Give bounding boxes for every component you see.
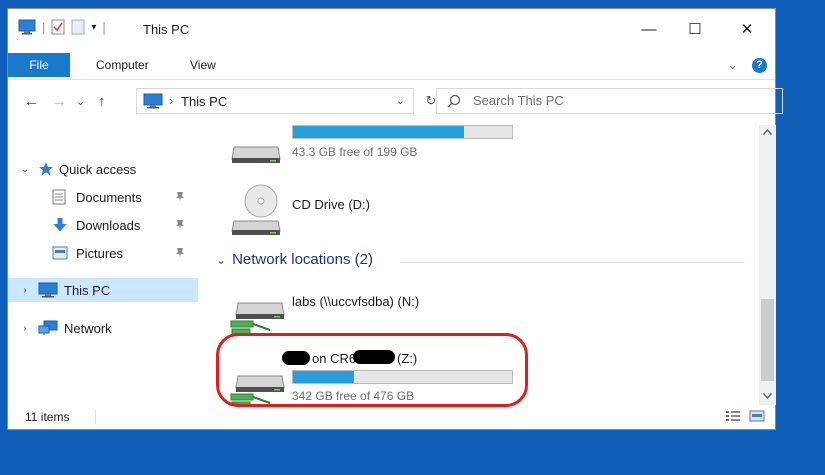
nav-documents[interactable]: Documents [8,185,198,209]
downloads-icon [53,218,67,232]
nav-label-this-pc: This PC [64,282,111,298]
tab-view[interactable]: View [190,58,216,72]
tab-computer[interactable]: Computer [96,58,149,72]
pin-icon[interactable] [174,219,186,231]
status-divider [95,410,96,424]
address-bar[interactable]: › This PC ⌄ [136,88,414,114]
address-dropdown-icon[interactable]: ⌄ [396,94,405,107]
ribbon: File Computer View ⌄ ? [8,49,775,80]
cd-drive-icon [231,184,281,235]
search-icon [447,94,461,108]
breadcrumb-separator[interactable]: › [169,93,173,108]
maximize-button[interactable]: ☐ [672,9,718,49]
network-drive-n-name: labs (\\uccvfsdba) (N:) [292,294,420,309]
ribbon-controls: ⌄ ? [727,57,767,73]
documents-icon [52,189,66,205]
annotation-circle [216,333,528,407]
local-drive-free-space: 43.3 GB free of 199 GB [292,145,418,159]
local-drive-usage-bar [292,125,513,139]
expanded-chevron-icon[interactable]: ⌄ [18,164,32,175]
pin-icon[interactable] [174,247,186,259]
vertical-scrollbar[interactable] [759,125,776,405]
up-button[interactable]: ↑ [98,93,106,110]
nav-pictures[interactable]: Pictures [8,241,198,265]
nav-quick-access[interactable]: ⌄ Quick access [8,157,198,181]
expand-ribbon-chevron-icon[interactable]: ⌄ [727,57,738,73]
group-collapse-chevron-icon[interactable]: ⌄ [216,253,226,267]
large-icons-view-icon[interactable] [749,410,765,422]
nav-downloads[interactable]: Downloads [8,213,198,237]
status-bar: 11 items [8,405,775,429]
back-button[interactable]: ← [24,93,39,110]
star-icon [39,162,53,176]
details-view-icon[interactable] [725,410,741,422]
properties-icon[interactable] [51,19,65,35]
nav-label-quick-access: Quick access [59,161,137,177]
breadcrumb-this-pc[interactable]: This PC [181,94,227,109]
quick-access-toolbar: | ▾ | [18,19,106,35]
collapsed-chevron-icon[interactable]: › [18,285,32,296]
scroll-down-arrow-icon[interactable] [763,393,772,399]
nav-label-network: Network [64,320,112,336]
new-folder-icon[interactable] [71,19,85,35]
usage-bar-fill [293,126,464,138]
address-row: ← → ⌄ ↑ › This PC ⌄ ↻ [8,81,783,123]
network-drive-icon [230,302,285,335]
pin-icon[interactable] [174,191,186,203]
tab-file[interactable]: File [8,53,70,77]
navigation-pane: ⌄ Quick access Documents Downloads Pictu… [8,125,198,405]
scrollbar-thumb[interactable] [761,299,774,381]
this-pc-icon [143,93,163,109]
search-box[interactable] [436,88,783,114]
nav-label-pictures: Pictures [76,245,123,261]
help-icon[interactable]: ? [752,57,767,73]
item-count: 11 items [25,410,70,424]
collapsed-chevron-icon[interactable]: › [18,323,32,334]
scroll-up-arrow-icon[interactable] [763,129,772,135]
forward-button[interactable]: → [52,93,67,110]
window-title: This PC [143,22,190,37]
this-pc-icon [38,282,58,298]
recent-locations-button[interactable]: ⌄ [76,95,85,108]
network-locations-label: Network locations (2) [232,251,373,268]
search-input[interactable] [471,92,755,109]
nav-label-downloads: Downloads [76,217,141,233]
title-bar: | ▾ | This PC — ☐ ✕ [8,9,775,49]
network-locations-header[interactable]: ⌄ Network locations (2) [216,251,373,268]
pictures-icon [52,246,68,260]
group-divider [400,262,745,263]
nav-network[interactable]: › Network [8,316,198,340]
hard-drive-icon [231,146,281,163]
minimize-button[interactable]: — [626,9,672,49]
cd-drive-name: CD Drive (D:) [292,197,370,212]
toolbar-separator: | [42,19,46,35]
nav-label-documents: Documents [76,189,142,205]
this-pc-icon [18,19,36,35]
customize-toolbar-dropdown[interactable]: ▾ [91,22,96,33]
network-icon [38,320,58,335]
title-separator: | [102,19,106,35]
nav-this-pc[interactable]: › This PC [8,278,198,302]
close-button[interactable]: ✕ [724,9,770,49]
view-toggle-group [725,410,765,422]
